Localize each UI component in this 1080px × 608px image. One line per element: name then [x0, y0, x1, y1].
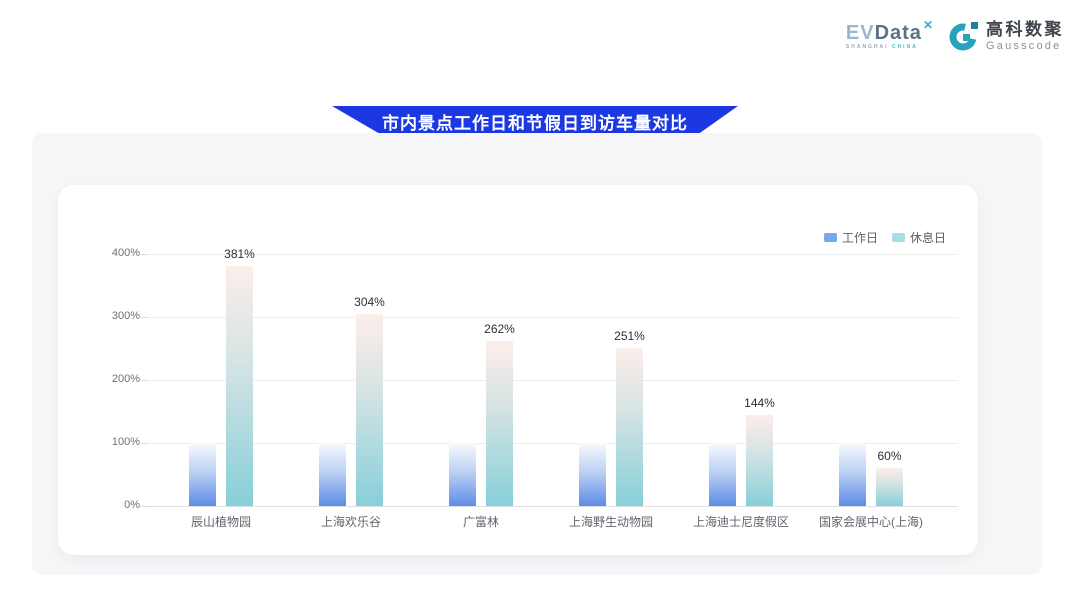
legend-item-restday[interactable]: 休息日 — [892, 229, 946, 246]
plot-area: 381%304%262%251%144%60% — [148, 254, 958, 506]
bar-workday — [449, 443, 476, 506]
y-axis-tick-0: 0% — [76, 499, 140, 511]
bar-value-label: 144% — [744, 396, 775, 410]
evdata-x-icon: ✕ — [923, 18, 934, 32]
evdata-ev-text: EV — [846, 22, 875, 44]
evdata-subtext-shanghai: SHANGHAI — [846, 44, 889, 50]
header-logos: EVData✕ SHANGHAI CHINA 高科数聚 Gausscode — [846, 20, 1064, 52]
category-label: 国家会展中心(上海) — [819, 513, 923, 530]
bar-restday — [356, 314, 383, 506]
gridline — [148, 254, 958, 255]
bar-restday — [616, 348, 643, 506]
y-axis-tick-mark — [141, 380, 148, 381]
gausscode-en-name: Gausscode — [986, 40, 1064, 53]
legend-label-restday: 休息日 — [910, 229, 946, 246]
legend-swatch-restday — [892, 233, 905, 242]
bar-restday — [226, 266, 253, 506]
bar-workday — [709, 443, 736, 506]
bar-value-label: 262% — [484, 322, 515, 336]
bar-workday — [189, 443, 216, 506]
y-axis-tick-mark — [141, 443, 148, 444]
bar-restday — [876, 468, 903, 506]
y-axis-tick-300: 300% — [76, 310, 140, 322]
bar-restday — [486, 341, 513, 506]
bar-workday — [839, 443, 866, 506]
gausscode-logo: 高科数聚 Gausscode — [949, 20, 1064, 52]
category-label: 上海迪士尼度假区 — [693, 513, 789, 530]
evdata-data-text: Data — [875, 22, 922, 44]
category-label: 上海欢乐谷 — [321, 513, 381, 530]
x-axis-line — [148, 506, 958, 507]
gausscode-icon — [949, 21, 979, 51]
gridline — [148, 443, 958, 444]
gridline — [148, 380, 958, 381]
y-axis-tick-100: 100% — [76, 436, 140, 448]
evdata-subtext-china: CHINA — [892, 44, 918, 50]
y-axis-tick-mark — [141, 317, 148, 318]
legend-label-workday: 工作日 — [842, 229, 878, 246]
gridline — [148, 317, 958, 318]
legend-item-workday[interactable]: 工作日 — [824, 229, 878, 246]
chart-legend: 工作日 休息日 — [824, 229, 946, 246]
category-label: 广富林 — [463, 513, 499, 530]
legend-swatch-workday — [824, 233, 837, 242]
bar-value-label: 251% — [614, 329, 645, 343]
gausscode-text: 高科数聚 Gausscode — [986, 20, 1064, 52]
bar-workday — [579, 443, 606, 506]
bar-workday — [319, 443, 346, 506]
chart-card: 工作日 休息日 400% 300% 200% 100% 0% 381% 304% 2… — [58, 185, 978, 555]
y-axis-tick-mark — [141, 254, 148, 255]
category-label: 上海野生动物园 — [569, 513, 653, 530]
bar-value-label: 304% — [354, 295, 385, 309]
evdata-logo: EVData✕ SHANGHAI CHINA — [846, 23, 933, 50]
evdata-subtext: SHANGHAI CHINA — [846, 45, 918, 50]
evdata-wordmark: EVData✕ — [846, 23, 933, 43]
y-axis-tick-200: 200% — [76, 373, 140, 385]
bar-restday — [746, 415, 773, 506]
bar-value-label: 381% — [224, 247, 255, 261]
gausscode-cn-name: 高科数聚 — [986, 20, 1064, 40]
y-axis-tick-mark — [141, 506, 148, 507]
y-axis-tick-400: 400% — [76, 247, 140, 259]
category-label: 辰山植物园 — [191, 513, 251, 530]
bar-value-label: 60% — [877, 449, 901, 463]
